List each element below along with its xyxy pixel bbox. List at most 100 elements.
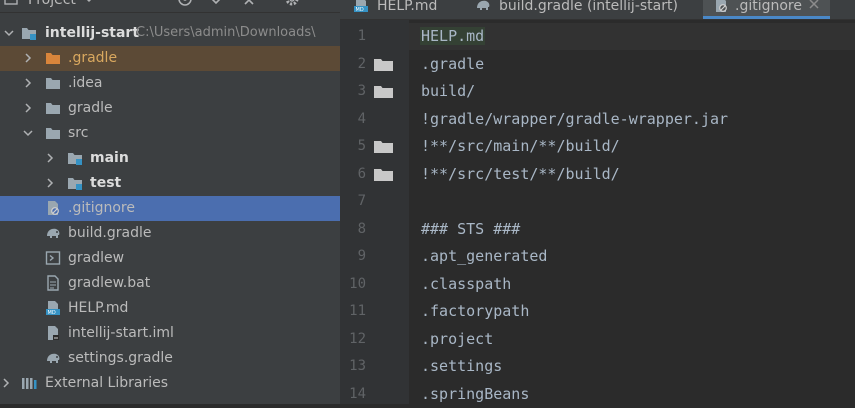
tree-item-label: .gitignore xyxy=(68,200,135,216)
expand-all-icon[interactable] xyxy=(207,0,225,8)
line-number: 13 xyxy=(349,358,366,374)
tree-item-label: .gradle xyxy=(68,50,118,66)
gradle-elephant-icon xyxy=(47,228,60,238)
tree-item-label: External Libraries xyxy=(45,375,168,391)
line-number: 7 xyxy=(357,193,366,209)
chevron-right-icon[interactable] xyxy=(44,152,56,164)
chevron-right-icon[interactable] xyxy=(22,77,34,89)
gradle-elephant-icon xyxy=(477,0,490,11)
tree-item-gradle[interactable]: gradle xyxy=(0,96,340,121)
code-line[interactable]: .gradle xyxy=(409,51,855,78)
code-line-text: ### STS ### xyxy=(421,219,521,238)
code-line[interactable]: .classpath xyxy=(409,271,855,298)
project-root-path: C:\Users\admin\Downloads\ xyxy=(136,25,316,40)
code-line[interactable]: ### STS ### xyxy=(409,216,855,243)
gitignore-file-icon xyxy=(716,0,727,12)
code-line[interactable]: .project xyxy=(409,326,855,353)
collapse-all-icon[interactable] xyxy=(240,0,258,8)
tree-item-label: test xyxy=(90,175,122,191)
tab-label: build.gradle (intellij-start) xyxy=(499,0,678,14)
code-editor[interactable]: HELP.md .gradle build/ !gradle/wrapper/grad… xyxy=(409,20,855,404)
chevron-down-icon[interactable] xyxy=(3,27,15,39)
code-line-text: !**/src/test/**/build/ xyxy=(421,164,620,183)
code-line-text: HELP.md xyxy=(420,27,486,45)
chevron-down-icon[interactable] xyxy=(22,127,34,139)
tree-item-label: gradle xyxy=(68,100,113,116)
tree-item-root[interactable]: intellij-start C:\Users\admin\Downloads\ xyxy=(0,21,340,46)
line-number: 6 xyxy=(357,165,366,182)
tree-item-label: HELP.md xyxy=(68,300,129,316)
chevron-right-icon[interactable] xyxy=(22,52,34,64)
code-line-text: .gradle xyxy=(421,54,485,73)
code-line[interactable]: HELP.md xyxy=(409,23,855,50)
code-line[interactable]: .springBeans xyxy=(409,381,855,408)
code-line[interactable]: build/ xyxy=(409,78,855,105)
tree-item-label: build.gradle xyxy=(68,225,152,241)
chevron-right-icon[interactable] xyxy=(22,102,34,114)
project-view-icon xyxy=(4,0,18,5)
gradle-elephant-icon xyxy=(47,353,60,363)
tree-item-label: settings.gradle xyxy=(68,350,173,366)
project-root-label: intellij-start xyxy=(45,25,140,41)
module-folder-icon xyxy=(68,153,82,165)
terminal-file-icon xyxy=(45,251,61,265)
tree-item-label: .idea xyxy=(68,75,103,91)
tree-item-external-libraries[interactable]: External Libraries xyxy=(0,371,340,396)
libraries-icon xyxy=(22,378,37,389)
tree-item-dot-gradle[interactable]: .gradle xyxy=(0,46,340,71)
locate-file-icon[interactable] xyxy=(176,0,194,8)
tree-item-src[interactable]: src xyxy=(0,121,340,146)
line-number: 9 xyxy=(357,248,366,264)
folder-icon xyxy=(374,141,393,153)
line-number: 12 xyxy=(349,330,366,347)
tab-build-gradle[interactable]: build.gradle (intellij-start) xyxy=(470,0,703,19)
code-line-text: !gradle/wrapper/gradle-wrapper.jar xyxy=(421,109,729,128)
tree-item-main[interactable]: main xyxy=(0,146,340,171)
folder-icon xyxy=(46,78,60,89)
tab-label: HELP.md xyxy=(377,0,438,14)
chevron-down-icon[interactable] xyxy=(84,0,94,3)
tree-item-test[interactable]: test xyxy=(0,171,340,196)
line-number: 1 xyxy=(357,28,366,44)
code-line-text: .springBeans xyxy=(421,384,530,403)
code-line[interactable] xyxy=(409,188,855,215)
minimize-icon[interactable] xyxy=(314,0,332,8)
code-line[interactable]: !gradle/wrapper/gradle-wrapper.jar xyxy=(409,106,855,133)
tree-item-label: intellij-start.iml xyxy=(68,325,174,341)
module-folder-icon xyxy=(68,178,82,190)
tab-help-md[interactable]: MD HELP.md xyxy=(340,0,470,19)
folder-icon xyxy=(374,168,393,181)
tree-item-iml[interactable]: intellij-start.iml xyxy=(0,321,340,346)
folder-icon xyxy=(46,103,60,114)
project-panel-header: Project xyxy=(0,0,340,13)
code-line[interactable]: .settings xyxy=(409,353,855,380)
tree-item-gradlew[interactable]: gradlew xyxy=(0,246,340,271)
close-icon[interactable] xyxy=(809,0,819,9)
code-line[interactable]: !**/src/test/**/build/ xyxy=(409,161,855,188)
tree-item-gitignore[interactable]: .gitignore xyxy=(0,196,340,221)
tree-item-idea[interactable]: .idea xyxy=(0,71,340,96)
tree-item-help-md[interactable]: MD HELP.md xyxy=(0,296,340,321)
gear-icon[interactable] xyxy=(283,0,301,8)
tree-item-build-gradle[interactable]: build.gradle xyxy=(0,221,340,246)
line-number: 8 xyxy=(357,220,366,237)
chevron-right-icon[interactable] xyxy=(0,377,12,389)
code-line-text: .apt_generated xyxy=(421,247,548,265)
code-line[interactable]: .factorypath xyxy=(409,298,855,325)
tree-item-gradlew-bat[interactable]: gradlew.bat xyxy=(0,271,340,296)
tree-item-label: gradlew.bat xyxy=(68,275,151,291)
code-line[interactable]: .apt_generated xyxy=(409,243,855,270)
line-number: 3 xyxy=(357,83,366,99)
code-line-text: .settings xyxy=(421,357,503,375)
code-line[interactable]: !**/src/main/**/build/ xyxy=(409,133,855,160)
code-line-text: .classpath xyxy=(421,274,512,293)
chevron-right-icon[interactable] xyxy=(44,177,56,189)
markdown-file-icon: MD xyxy=(354,0,368,13)
svg-text:MD: MD xyxy=(48,310,56,316)
tree-item-label: src xyxy=(68,125,89,141)
tab-gitignore[interactable]: .gitignore xyxy=(703,0,830,19)
project-view-title[interactable]: Project xyxy=(28,0,76,8)
code-line-text: .project xyxy=(421,329,494,348)
tab-label: .gitignore xyxy=(735,0,802,14)
tree-item-settings-gradle[interactable]: settings.gradle xyxy=(0,346,340,371)
